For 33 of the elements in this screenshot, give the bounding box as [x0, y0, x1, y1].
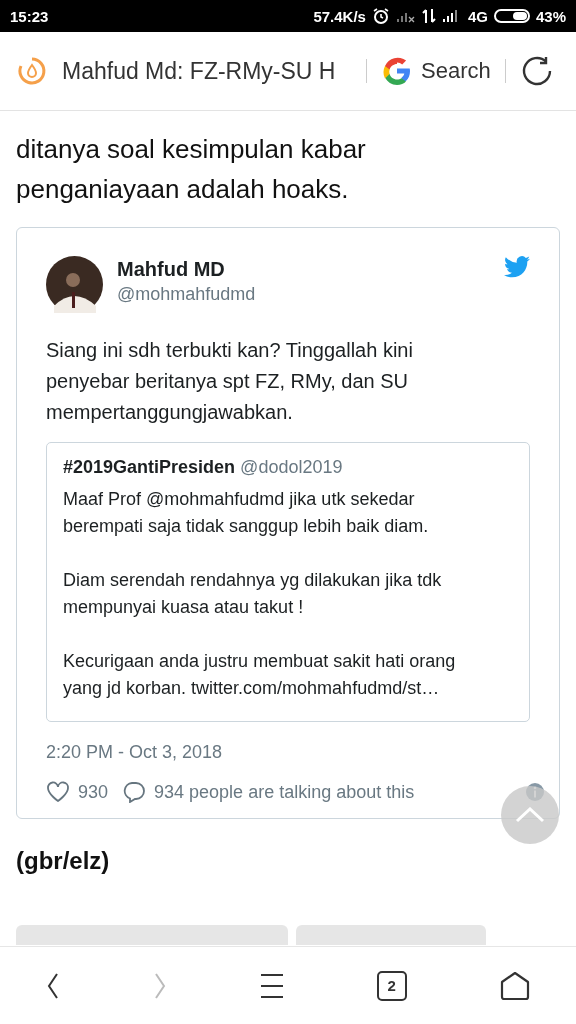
like-count: 930 [78, 781, 109, 803]
battery-icon [493, 9, 530, 23]
quoted-tweet-text: Diam serendah rendahnya yg dilakukan jika tdk mempunyai kuasa atau takut ! [63, 569, 443, 619]
heart-icon[interactable] [46, 781, 70, 803]
google-g-icon [381, 55, 413, 87]
quoted-tweet-text: Maaf Prof @mohmahfudmd jika utk sekedar berempati saja tidak sanggup lebih baik diam. [63, 488, 430, 538]
quoted-tweet-text: Kecurigaan anda justru membuat sakit hati orang yang jd korban. twitter.com/mohmahfudmd/st… [63, 650, 457, 700]
tweet-text: Siang ini sdh terbukti kan? Tinggallah kini penyebar beritanya spt FZ, RMy, dan SU mempertanggungjawabkan. [46, 338, 414, 425]
back-icon[interactable] [46, 971, 61, 1000]
user-handle[interactable]: @mohmahfudmd [117, 284, 504, 305]
search-button[interactable]: Search [381, 55, 491, 87]
bird-icon[interactable] [504, 256, 530, 278]
speech-bubble-icon[interactable] [122, 781, 147, 803]
user-name[interactable]: Mahfud MD [117, 258, 504, 281]
page-title-field[interactable]: Mahfud Md: FZ-RMy-SU H [62, 57, 352, 85]
credit-text: (gbr/elz) [16, 847, 111, 875]
quoted-tweet[interactable] [46, 442, 530, 722]
menu-icon[interactable] [260, 971, 284, 1000]
chevron-up-icon [515, 807, 545, 823]
network-speed-text: 57.4K/s [313, 7, 366, 25]
clock-text: 15:23 [10, 7, 49, 25]
quoted-user-handle: @dodol2019 [240, 457, 343, 477]
talking-count-text: 934 people are talking about this [154, 781, 415, 803]
home-icon[interactable] [499, 970, 530, 1001]
quoted-user-name: #2019GantiPresiden [63, 457, 236, 477]
network-type-text: 4G [467, 7, 488, 25]
data-arrows-icon [421, 8, 436, 24]
battery-percent-text: 43% [535, 7, 566, 25]
tabs-button[interactable]: 2 [376, 970, 407, 1001]
article-text: penganiayaan adalah hoaks. [16, 173, 350, 206]
alarm-icon [371, 7, 390, 25]
article-text: ditanya soal kesimpulan kabar [16, 133, 367, 166]
tweet-date[interactable]: 2:20 PM - Oct 3, 2018 [46, 742, 530, 763]
